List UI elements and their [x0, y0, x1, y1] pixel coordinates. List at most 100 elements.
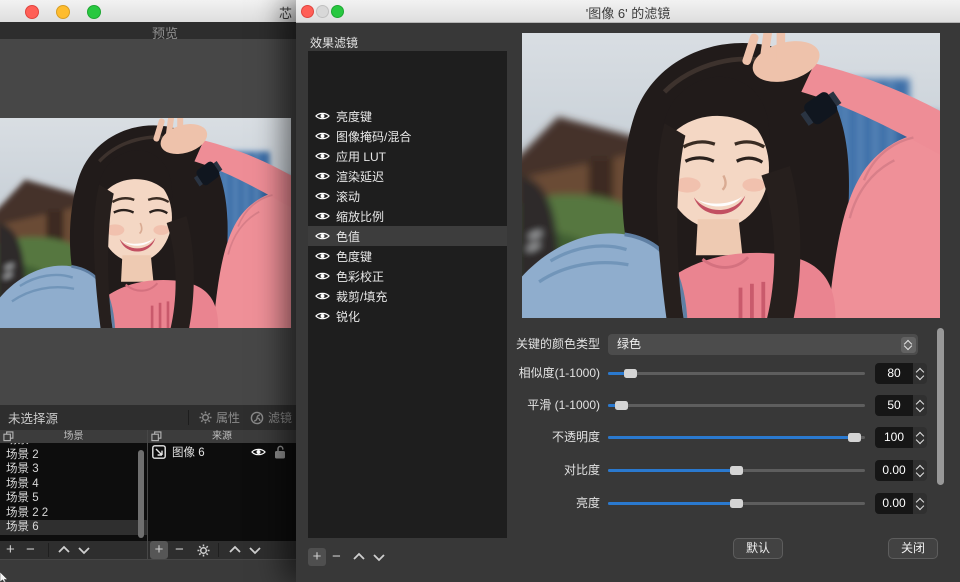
source-properties-gear-icon[interactable]	[197, 544, 210, 557]
opacity-label: 不透明度	[310, 427, 600, 448]
visibility-eye-icon[interactable]	[251, 447, 266, 457]
filter-item-selected[interactable]: 色值	[308, 226, 507, 246]
move-scene-up-button[interactable]	[57, 544, 71, 556]
filter-item[interactable]: 图像掩码/混合	[308, 126, 507, 146]
filter-item[interactable]: 渲染延迟	[308, 166, 507, 186]
spin-stepper[interactable]	[913, 493, 927, 514]
slider-handle[interactable]	[615, 401, 628, 410]
scene-row[interactable]: 场景 4	[0, 477, 147, 492]
eye-icon[interactable]	[315, 231, 330, 241]
sources-panel-header[interactable]: 来源	[148, 430, 296, 443]
slider-handle[interactable]	[848, 433, 861, 442]
move-scene-down-button[interactable]	[77, 544, 91, 556]
move-source-down-button[interactable]	[248, 544, 262, 556]
opacity-spinbox[interactable]: 100	[875, 427, 927, 448]
eye-icon[interactable]	[315, 251, 330, 261]
main-window-title-fragment: 芯	[279, 3, 292, 22]
image-source-icon	[152, 445, 166, 459]
spin-stepper[interactable]	[913, 460, 927, 481]
similarity-label: 相似度(1-1000)	[310, 363, 600, 384]
scene-row[interactable]: 场景 2 2	[0, 506, 147, 521]
divider	[188, 410, 189, 425]
key-color-row: 关键的颜色类型 绿色	[296, 334, 960, 355]
eye-icon[interactable]	[315, 271, 330, 281]
contrast-slider[interactable]	[608, 460, 865, 481]
scene-row[interactable]: 场景 5	[0, 491, 147, 506]
scenes-panel-title: 场景	[0, 430, 147, 443]
filter-item[interactable]: 锐化	[308, 306, 507, 326]
source-row[interactable]: 图像 6	[148, 443, 296, 460]
spin-stepper[interactable]	[913, 395, 927, 416]
smoothness-spinbox[interactable]: 50	[875, 395, 927, 416]
source-status-bar: 未选择源 属性 滤镜	[0, 405, 296, 430]
close-button[interactable]: 关闭	[888, 538, 938, 559]
similarity-slider[interactable]	[608, 363, 865, 384]
filters-icon	[250, 411, 264, 425]
contrast-row: 对比度 0.00	[296, 460, 960, 481]
smoothness-slider[interactable]	[608, 395, 865, 416]
filter-item[interactable]: 滚动	[308, 186, 507, 206]
no-source-message: 未选择源	[8, 408, 58, 427]
program-preview-canvas[interactable]	[0, 118, 291, 328]
filter-item[interactable]: 色彩校正	[308, 266, 507, 286]
similarity-spinbox[interactable]: 80	[875, 363, 927, 384]
divider	[48, 543, 49, 557]
filter-item[interactable]: 缩放比例	[308, 206, 507, 226]
slider-handle[interactable]	[730, 466, 743, 475]
properties-button[interactable]: 属性	[199, 409, 240, 426]
eye-icon[interactable]	[315, 151, 330, 161]
eye-icon[interactable]	[315, 311, 330, 321]
brightness-label: 亮度	[310, 493, 600, 514]
slider-handle[interactable]	[624, 369, 637, 378]
contrast-spinbox[interactable]: 0.00	[875, 460, 927, 481]
defaults-button[interactable]: 默认	[733, 538, 783, 559]
eye-icon[interactable]	[315, 171, 330, 181]
similarity-row: 相似度(1-1000) 80	[296, 363, 960, 384]
eye-icon[interactable]	[315, 291, 330, 301]
scenes-toolbar: + −	[0, 541, 147, 559]
opacity-slider[interactable]	[608, 427, 865, 448]
move-source-up-button[interactable]	[228, 544, 242, 556]
source-name: 图像 6	[172, 444, 251, 460]
add-scene-button[interactable]: +	[6, 541, 15, 559]
add-source-button[interactable]: +	[150, 541, 168, 559]
lock-icon[interactable]	[274, 445, 286, 459]
spin-stepper[interactable]	[913, 363, 927, 384]
scenes-panel-header[interactable]: 场景	[0, 430, 147, 443]
key-color-value: 绿色	[608, 334, 918, 355]
filter-item[interactable]: 应用 LUT	[308, 146, 507, 166]
main-minimize-button[interactable]	[56, 5, 70, 19]
brightness-spinbox[interactable]: 0.00	[875, 493, 927, 514]
remove-filter-button[interactable]: −	[332, 548, 341, 566]
brightness-slider[interactable]	[608, 493, 865, 514]
filter-preview-canvas	[522, 33, 940, 318]
filter-item[interactable]: 色度键	[308, 246, 507, 266]
scene-row[interactable]: 场景 2	[0, 448, 147, 463]
key-color-dropdown[interactable]: 绿色	[608, 334, 918, 355]
remove-scene-button[interactable]: −	[26, 541, 35, 559]
scene-row-selected[interactable]: 场景 6	[0, 520, 147, 535]
smoothness-row: 平滑 (1-1000) 50	[296, 395, 960, 416]
filter-item[interactable]: 亮度键	[308, 106, 507, 126]
eye-icon[interactable]	[315, 111, 330, 121]
dropdown-stepper[interactable]	[901, 337, 916, 353]
eye-icon[interactable]	[315, 131, 330, 141]
eye-icon[interactable]	[315, 191, 330, 201]
sources-panel-title: 来源	[148, 430, 296, 443]
main-close-button[interactable]	[25, 5, 39, 19]
scene-row[interactable]: 场景 3	[0, 462, 147, 477]
main-zoom-button[interactable]	[87, 5, 101, 19]
move-filter-up-button[interactable]	[352, 551, 366, 563]
contrast-label: 对比度	[310, 460, 600, 481]
slider-handle[interactable]	[730, 499, 743, 508]
remove-source-button[interactable]: −	[175, 541, 184, 559]
filter-item[interactable]: 裁剪/填充	[308, 286, 507, 306]
eye-icon[interactable]	[315, 211, 330, 221]
spin-stepper[interactable]	[913, 427, 927, 448]
scenes-scrollbar[interactable]	[138, 450, 144, 538]
mouse-cursor	[0, 572, 10, 582]
add-filter-button[interactable]: +	[308, 548, 326, 566]
dialog-scrollbar[interactable]	[937, 328, 944, 485]
move-filter-down-button[interactable]	[372, 551, 386, 563]
filters-button[interactable]: 滤镜	[250, 409, 292, 426]
